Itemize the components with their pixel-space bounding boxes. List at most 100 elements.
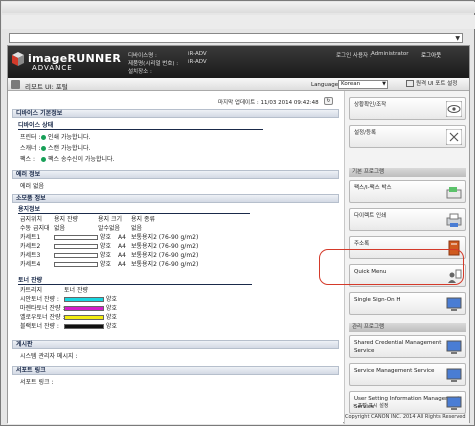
portal-display-link[interactable]: » 포털 표시 설정 <box>353 402 388 409</box>
sub-paper-info: 용지정보 <box>18 206 251 214</box>
toner-col-cartridge: 카트리지 <box>20 287 43 294</box>
toner-bar <box>64 315 104 320</box>
fax-box-button[interactable]: 팩스/I-팩스 박스 <box>349 180 466 203</box>
paper-row-level: 양호 <box>54 261 111 268</box>
scanner-label: 스캐너 : <box>20 145 41 152</box>
cube-logo-icon <box>12 52 24 66</box>
paper-level-bar <box>54 235 98 240</box>
fax-box-icon <box>446 187 462 199</box>
tools-icon <box>446 129 462 145</box>
title-bar <box>2 2 475 13</box>
paper-row-type: 보통용지2 (76-90 g/m2) <box>131 252 199 259</box>
eye-icon <box>446 101 462 117</box>
toner-col-level: 토너 잔량 <box>64 287 88 294</box>
sso-button[interactable]: Single Sign-On H <box>349 292 466 315</box>
logout-link[interactable]: 로그아웃 <box>421 51 441 59</box>
paper-row-size: A4 <box>118 243 126 250</box>
col-size: 용지 크기 <box>98 216 122 223</box>
product-label: 제품명(시리얼 번호) : <box>128 61 179 67</box>
settings-button[interactable]: 설정/등록 <box>349 125 466 148</box>
section-device-info: 디바이스 기본정보 <box>12 109 339 118</box>
shared-credential-button[interactable]: Shared Credential Management Service <box>349 335 466 358</box>
toner-cyan-label: 시안토너 잔량 : <box>20 296 59 303</box>
paper-row-type: 보통용지2 (76-90 g/m2) <box>131 234 199 241</box>
product-value: iR-ADV <box>188 59 207 65</box>
language-select[interactable]: Korean ▼ <box>338 80 388 89</box>
monitor-icon <box>446 368 462 382</box>
paper-row-size: A4 <box>118 252 126 259</box>
paper-row-size: A4 <box>118 234 126 241</box>
toner-yellow-level: 양호 <box>64 314 117 321</box>
toner-yellow-label: 옐로우토너 잔량 : <box>20 314 65 321</box>
monitor-icon <box>446 396 462 410</box>
sub-device-state: 디바이스 상태 <box>18 122 264 130</box>
brand-subname: ADVANCE <box>32 64 73 72</box>
paper-row-type: 보통용지2 (76-90 g/m2) <box>131 261 199 268</box>
remote-ui-link[interactable]: 원격 UI 포트 설정 <box>406 80 466 90</box>
device-name-value: iR-ADV <box>188 51 207 57</box>
remote-ui-page: imageRUNNER ADVANCE 디바이스명 : iR-ADV 제품명(시… <box>7 45 470 424</box>
status-ok-icon <box>41 135 46 140</box>
section-error-info: 에러 정보 <box>12 170 339 179</box>
monitor-icon <box>446 297 462 311</box>
browser-window: ▼ imageRUNNER ADVANCE 디바이스명 : iR-ADV 제품명… <box>0 0 475 426</box>
toolbar-strip <box>2 15 475 29</box>
header: imageRUNNER ADVANCE 디바이스명 : iR-ADV 제품명(시… <box>8 46 469 78</box>
section-consumables: 소모품 정보 <box>12 194 339 203</box>
status-ok-icon <box>41 146 46 151</box>
service-management-button[interactable]: Service Management Service <box>349 363 466 386</box>
quick-menu-highlight <box>319 249 464 285</box>
language-value: Korean <box>341 81 361 87</box>
status-monitor-button[interactable]: 상황확인/조작 <box>349 97 466 120</box>
dropdown-arrow-icon[interactable]: ▼ <box>455 35 460 42</box>
paper-level-bar <box>54 253 98 258</box>
address-bar[interactable]: ▼ <box>9 33 463 43</box>
printer-status: 인쇄 가능합니다. <box>41 134 90 141</box>
paper-row-size: 알수없음 <box>98 225 121 232</box>
direct-print-button[interactable]: 다이렉트 인쇄 <box>349 208 466 231</box>
home-icon[interactable] <box>11 80 20 89</box>
printer-label: 프린터 : <box>20 134 41 141</box>
paper-row-source: 카세트1 <box>20 234 41 241</box>
section-board: 게시판 <box>12 340 339 349</box>
support-value: 서포트 링크 : <box>20 379 54 386</box>
paper-level-bar <box>54 244 98 249</box>
portal-title: 리모트 UI: 포털 <box>25 83 68 91</box>
scanner-status: 스캔 가능합니다. <box>41 145 90 152</box>
col-type: 용지 종류 <box>131 216 155 223</box>
chevron-down-icon: ▼ <box>382 81 386 87</box>
last-updated: 마지막 업데이트 : 11/03 2014 09:42:48 <box>218 100 319 106</box>
location-label: 설치장소 : <box>128 69 152 75</box>
toner-black-label: 블랙토너 잔량 : <box>20 323 59 330</box>
toner-bar <box>64 306 104 311</box>
monitor-icon <box>406 80 414 87</box>
section-support: 서포트 링크 <box>12 366 339 375</box>
fax-status: 팩스 송수신이 가능합니다. <box>41 156 114 163</box>
col-source: 급지위치 <box>20 216 43 223</box>
paper-row-source: 카세트4 <box>20 261 41 268</box>
basic-programs-header: 기본 프로그램 <box>349 168 466 177</box>
portal-bar: 리모트 UI: 포털 Language: Korean ▼ 원격 UI 포트 설… <box>8 78 469 91</box>
toner-magenta-label: 마젠타토너 잔량 : <box>20 305 65 312</box>
paper-row-level: 양호 <box>54 243 111 250</box>
paper-row-type: 없음 <box>131 225 143 232</box>
login-user-label: 로그인 사용자 : <box>336 53 372 59</box>
paper-row-source: 수동 급지대 <box>20 225 50 232</box>
monitor-icon <box>446 340 462 354</box>
toner-cyan-level: 양호 <box>64 296 117 303</box>
fax-label: 팩스 : <box>20 156 35 163</box>
paper-level-bar <box>54 262 98 267</box>
paper-row-source: 카세트3 <box>20 252 41 259</box>
refresh-button[interactable]: ↻ <box>324 97 333 105</box>
toner-bar <box>64 324 104 329</box>
status-ok-icon <box>41 157 46 162</box>
paper-row-level: 없음 <box>54 225 66 232</box>
printer-icon <box>446 213 462 227</box>
toner-magenta-level: 양호 <box>64 305 117 312</box>
login-user-value: Administrator <box>371 51 409 57</box>
paper-row-size: A4 <box>118 261 126 268</box>
paper-row-source: 카세트2 <box>20 243 41 250</box>
copyright: Copyright CANON INC. 2014 All Rights Res… <box>345 414 466 420</box>
paper-row-type: 보통용지2 (76-90 g/m2) <box>131 243 199 250</box>
management-programs-header: 관리 프로그램 <box>349 323 466 332</box>
